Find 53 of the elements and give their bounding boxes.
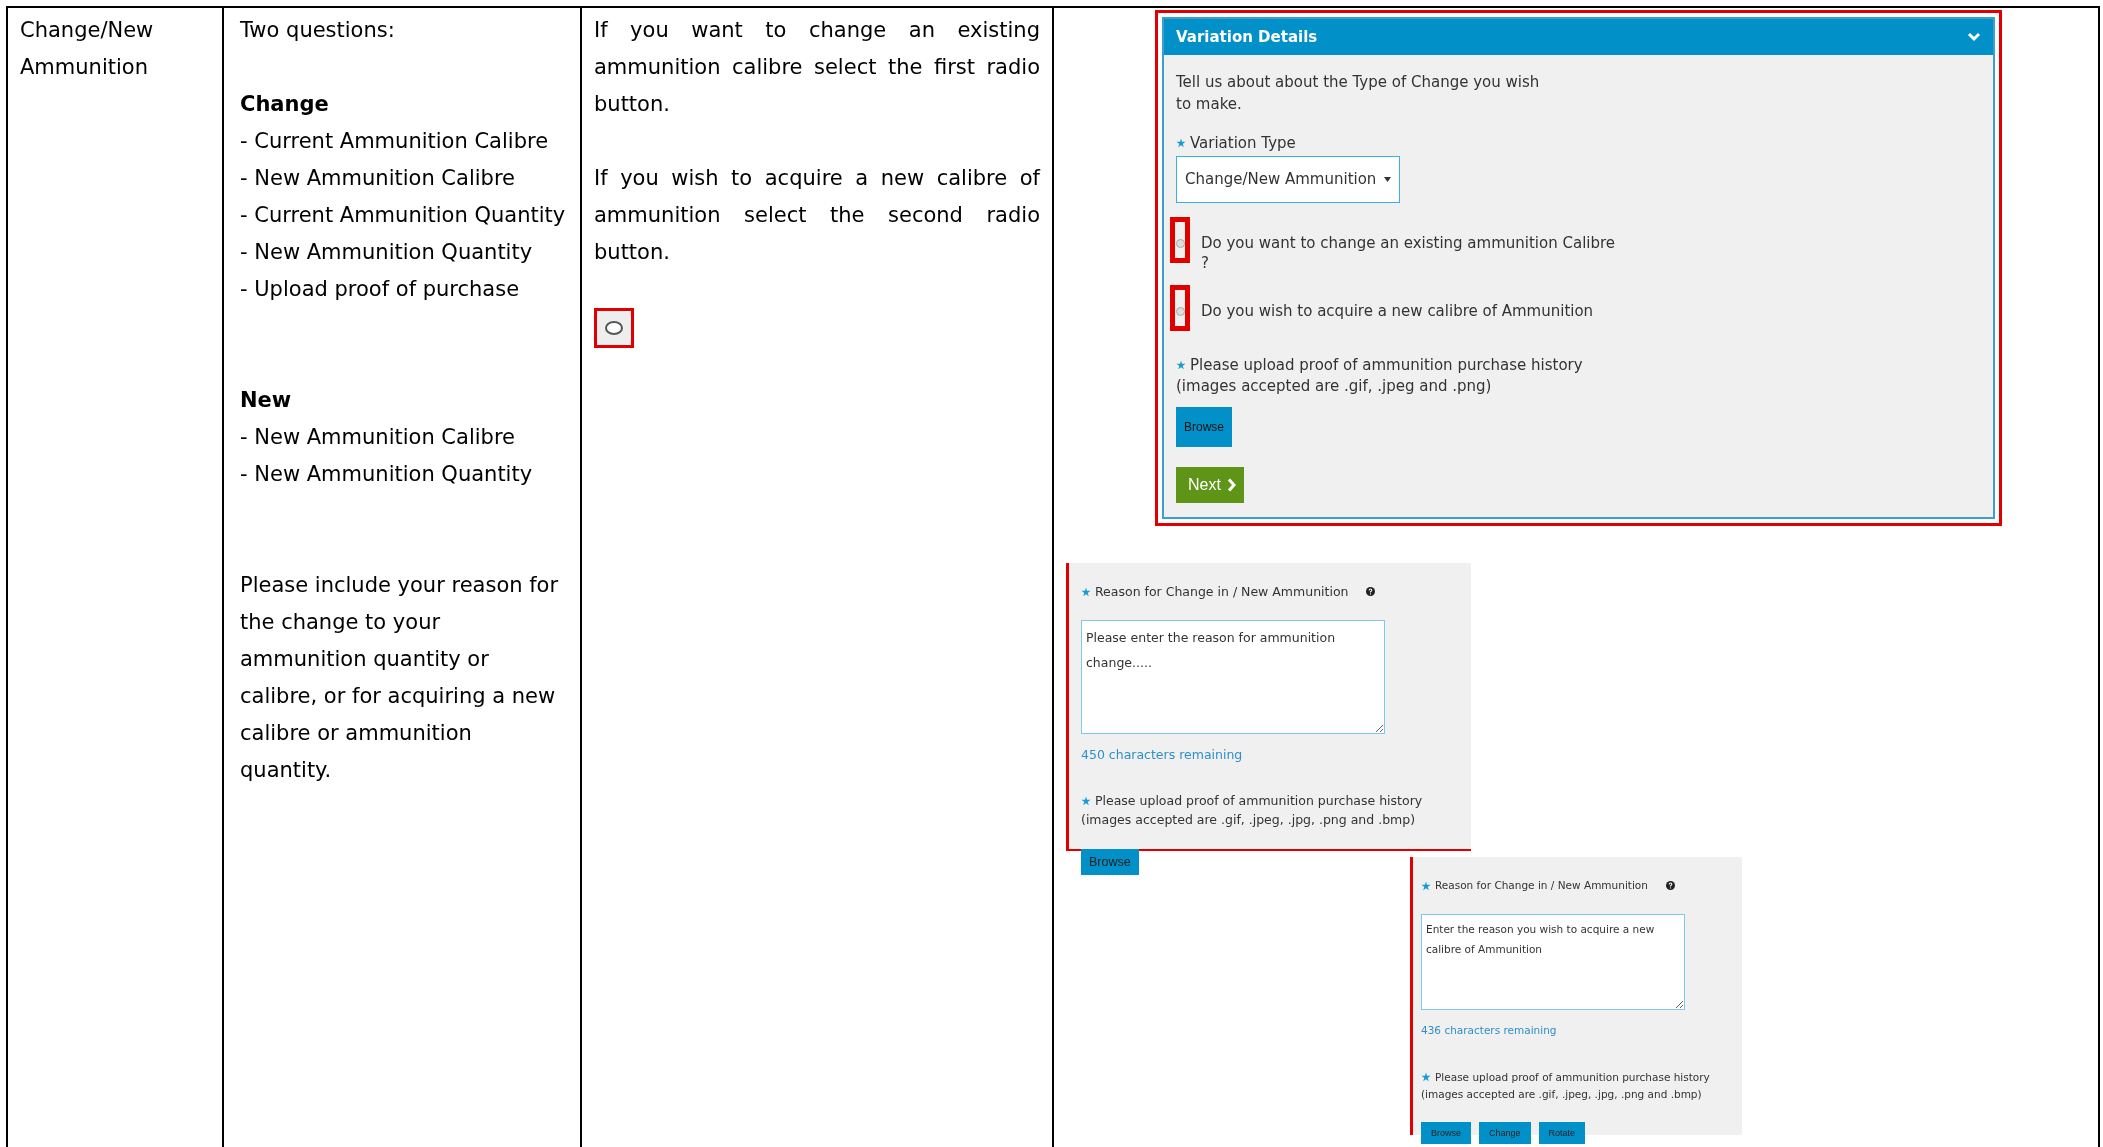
- required-star-icon: [1421, 1072, 1431, 1082]
- list-item: - Current Ammunition Calibre: [240, 128, 550, 155]
- hint-text: (images accepted are .gif, .jpeg, .jpg, .png and .bmp): [1081, 811, 1417, 829]
- help-icon: [1366, 587, 1376, 596]
- chevron-right-icon: [1226, 478, 1236, 492]
- caret-icon: [1384, 177, 1392, 182]
- highlight-box: [1170, 217, 1190, 263]
- field-label: Please upload proof of ammunition purchase history: [1435, 1070, 1710, 1085]
- upload-button[interactable]: Browse: [1421, 1121, 1471, 1144]
- highlight-box: [1170, 285, 1190, 331]
- list-item: - New Ammunition Calibre: [240, 424, 516, 451]
- radio-button[interactable]: [1176, 307, 1185, 316]
- cell-text: Two questions:: [240, 17, 396, 44]
- required-star-icon: [1176, 360, 1186, 370]
- panel-title: Variation Details: [1176, 26, 1318, 48]
- character-counter: 450 characters remaining: [1081, 746, 1243, 764]
- field-label: Reason for Change in / New Ammunition: [1095, 583, 1349, 601]
- required-star-icon: [1081, 586, 1091, 597]
- field-label: Reason for Change in / New Ammunition: [1435, 878, 1648, 893]
- required-star-icon: [1176, 138, 1186, 148]
- required-star-icon: [1421, 880, 1431, 891]
- variation-type-dropdown[interactable]: Change/New Ammunition: [1176, 156, 1401, 203]
- list-item: - New Ammunition Quantity: [240, 461, 534, 488]
- chevron-down-icon[interactable]: [1967, 32, 1981, 42]
- intro-text: Tell us about about the Type of Change you wish to make.: [1176, 72, 1541, 115]
- group-heading: New: [240, 387, 293, 414]
- option-label: Do you wish to acquire a new calibre of Ammunition: [1201, 301, 1595, 321]
- upload-button[interactable]: Browse: [1081, 848, 1139, 875]
- radio-button[interactable]: [1176, 239, 1185, 248]
- browse-button[interactable]: Browse: [1176, 407, 1232, 447]
- list-item: - New Ammunition Calibre: [240, 165, 516, 192]
- group-heading: Change: [240, 91, 330, 118]
- list-item: - Current Ammunition Quantity: [240, 202, 567, 229]
- field-label: Please upload proof of ammunition purchase history: [1190, 355, 1583, 375]
- hint-text: (images accepted are .gif, .jpeg and .png): [1176, 376, 1493, 397]
- hint-text: (images accepted are .gif, .jpeg, .jpg, .png and .bmp): [1421, 1087, 1703, 1102]
- help-icon: [1665, 881, 1675, 890]
- upload-button[interactable]: Change: [1479, 1121, 1531, 1144]
- upload-button[interactable]: Rotate: [1538, 1121, 1586, 1144]
- next-button[interactable]: Next: [1176, 467, 1244, 503]
- list-item: - New Ammunition Quantity: [240, 239, 534, 266]
- note-text: Please include your reason for the change to your ammunition quantity or calibre, or for acquiring a new calibre or ammunition quantity.: [240, 572, 560, 784]
- guidance-text: If you wish to acquire a new calibre of ammunition select the second radio button.: [594, 165, 1040, 266]
- field-label: Please upload proof of ammunition purchase history: [1095, 792, 1423, 810]
- reason-text-area[interactable]: Please enter the reason for ammunition change.....: [1081, 620, 1385, 734]
- list-item: - Upload proof of purchase: [240, 276, 521, 303]
- guidance-text: If you want to change an existing ammunition calibre select the first radio button.: [594, 17, 1040, 118]
- reason-text-area[interactable]: Enter the reason you wish to acquire a new calibre of Ammunition: [1421, 914, 1685, 1010]
- option-label: Do you want to change an existing ammunition Calibre ?: [1201, 233, 1617, 273]
- required-star-icon: [1081, 796, 1091, 806]
- table-cell: Change/New Ammunition: [8, 8, 224, 1147]
- character-counter: 436 characters remaining: [1421, 1023, 1557, 1038]
- field-label: Variation Type: [1190, 133, 1296, 153]
